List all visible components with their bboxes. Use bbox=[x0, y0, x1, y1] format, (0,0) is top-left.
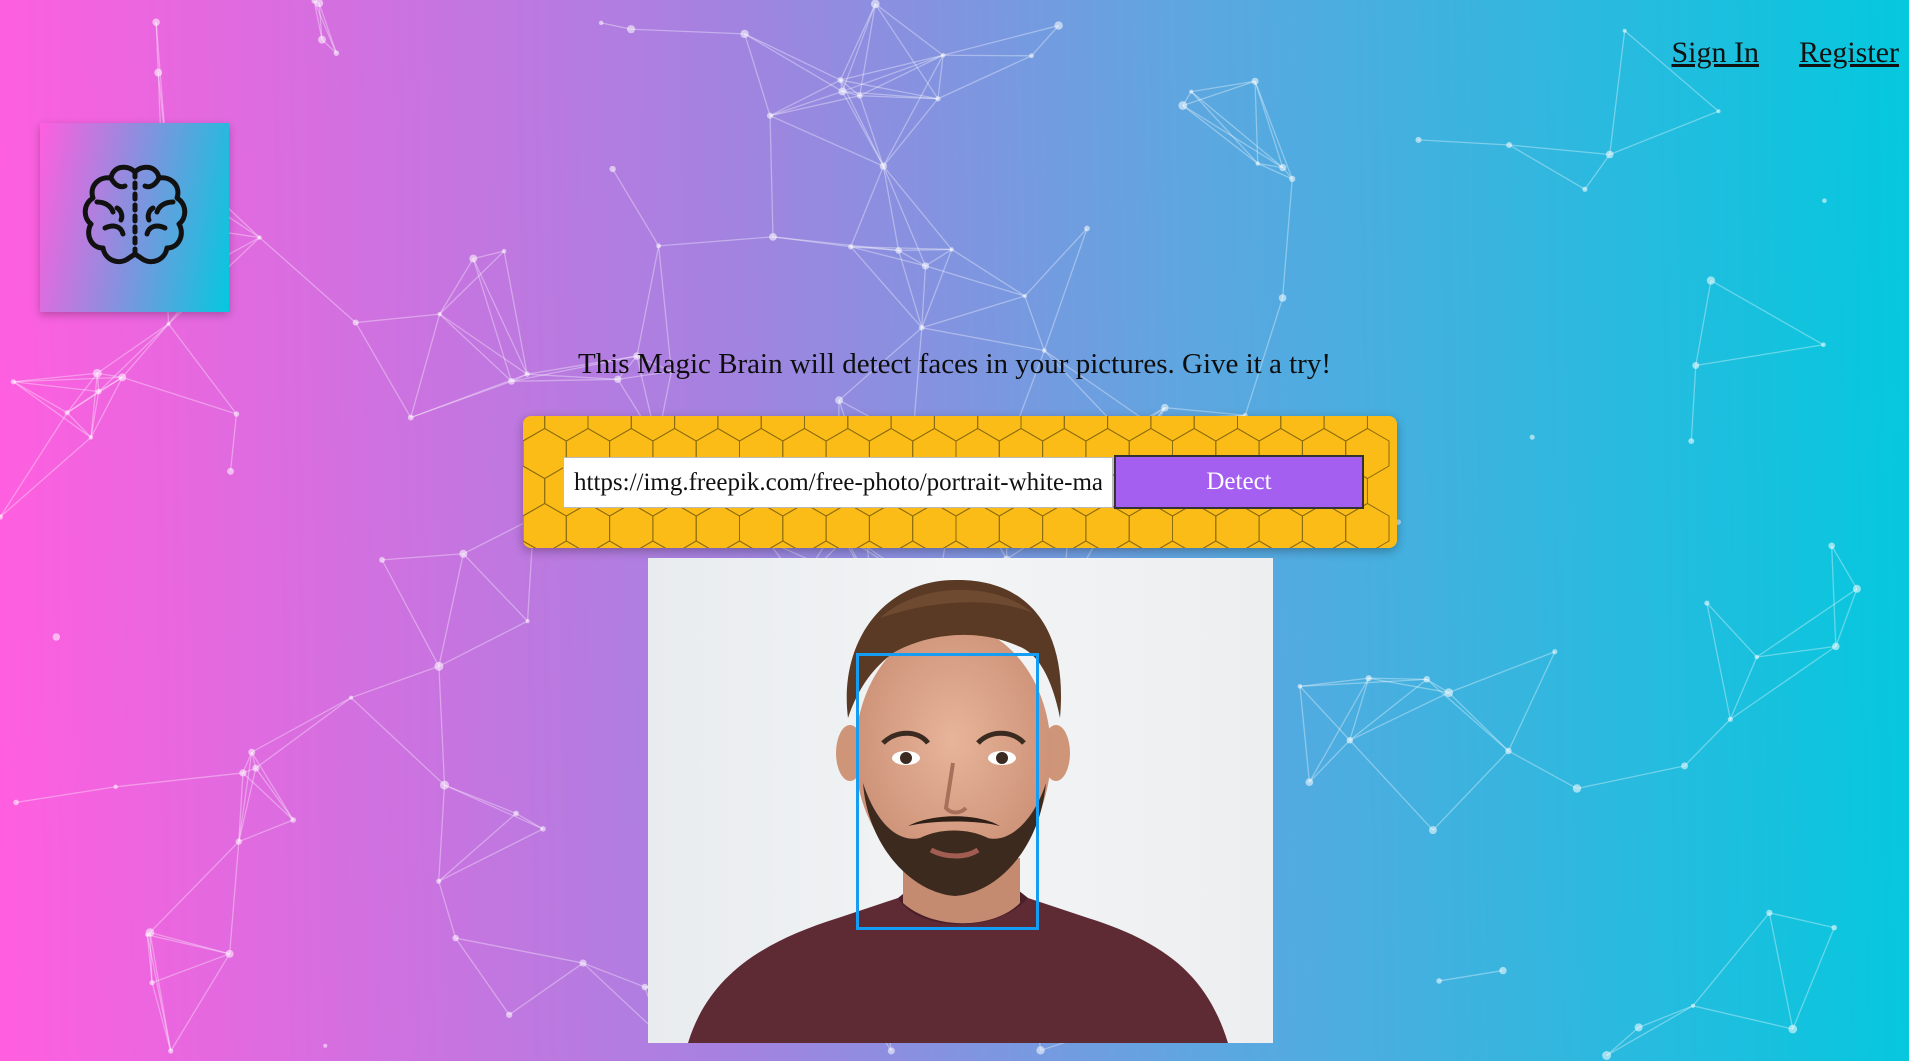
image-url-input[interactable] bbox=[563, 457, 1113, 508]
logo-tile bbox=[40, 123, 229, 312]
sign-in-link[interactable]: Sign In bbox=[1672, 36, 1760, 70]
url-form: Detect bbox=[523, 416, 1397, 548]
register-link[interactable]: Register bbox=[1799, 36, 1899, 70]
face-bounding-box bbox=[856, 653, 1039, 930]
brain-icon bbox=[82, 164, 187, 264]
detect-button[interactable]: Detect bbox=[1114, 455, 1364, 509]
top-navigation: Sign In Register bbox=[1672, 36, 1900, 70]
tagline: This Magic Brain will detect faces in yo… bbox=[578, 348, 1331, 380]
result-image bbox=[648, 558, 1273, 1043]
